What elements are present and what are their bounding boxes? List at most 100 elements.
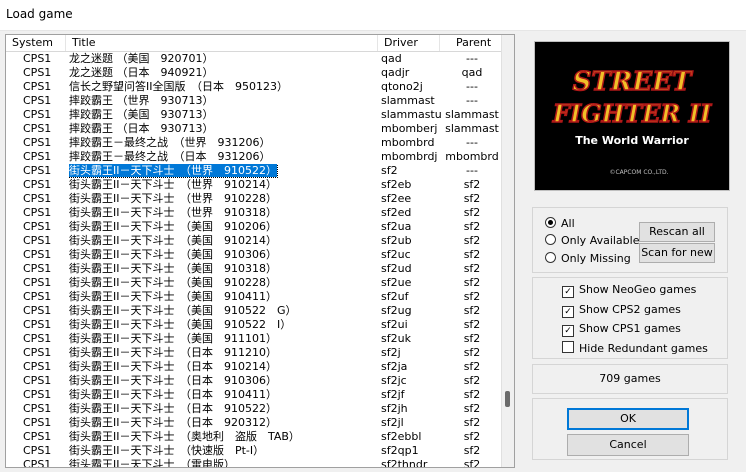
table-row[interactable]: CPS1 龙之迷题 （日本 940921） qadjr qad — [6, 66, 514, 80]
cell-parent: sf2 — [463, 220, 481, 233]
cell-title: 街头霸王II－天下斗士 （美国 910306） — [69, 248, 377, 262]
cell-driver: qad — [381, 52, 402, 65]
table-row[interactable]: CPS1 街头霸王II－天下斗士 （美国 910206） sf2ua sf2 — [6, 220, 514, 234]
title-text: 摔跤霸王－最终之战 （日本 931206） — [69, 150, 271, 163]
cell-title: 街头霸王II－天下斗士 （日本 910214） — [69, 360, 377, 374]
scan-for-new-button[interactable]: Scan for new — [639, 243, 715, 263]
table-row[interactable]: CPS1 街头霸王II－天下斗士 （世界 910214） sf2eb sf2 — [6, 178, 514, 192]
show-cps1-checkbox[interactable]: ✓ Show CPS1 games — [562, 321, 681, 337]
logo-credit: ©CAPCOM CO.,LTD. — [609, 169, 668, 176]
table-row[interactable]: CPS1 信长之野望问答II全国版 （日本 950123） qtono2j --- — [6, 80, 514, 94]
table-row[interactable]: CPS1 街头霸王II－天下斗士 （日本 910306） sf2jc sf2 — [6, 374, 514, 388]
table-row[interactable]: CPS1 摔跤霸王－最终之战 （日本 931206） mbombrdj mbombrd — [6, 150, 514, 164]
column-header-title[interactable]: Title — [66, 35, 378, 51]
cell-driver: sf2j — [381, 346, 401, 359]
cell-parent: sf2 — [463, 234, 481, 247]
cell-system: CPS1 — [23, 346, 52, 359]
cell-title: 街头霸王II－天下斗士 （美国 910411） — [69, 290, 377, 304]
table-row[interactable]: CPS1 街头霸王II－天下斗士 （世界 910318） sf2ed sf2 — [6, 206, 514, 220]
table-row[interactable]: CPS1 街头霸王II－天下斗士 （美国 910214） sf2ub sf2 — [6, 234, 514, 248]
table-row[interactable]: CPS1 街头霸王II－天下斗士 （美国 911101） sf2uk sf2 — [6, 332, 514, 346]
cell-system: CPS1 — [23, 164, 52, 177]
cell-system: CPS1 — [23, 206, 52, 219]
table-row[interactable]: CPS1 街头霸王II－天下斗士 （美国 910306） sf2uc sf2 — [6, 248, 514, 262]
table-row[interactable]: CPS1 街头霸王II－天下斗士 （美国 910228） sf2ue sf2 — [6, 276, 514, 290]
title-text: 龙之迷题 （美国 920701） — [69, 52, 214, 65]
title-text: 街头霸王II－天下斗士 （美国 910228） — [69, 276, 277, 289]
rescan-all-button[interactable]: Rescan all — [639, 222, 715, 242]
table-row[interactable]: CPS1 街头霸王II－天下斗士 （日本 910214） sf2ja sf2 — [6, 360, 514, 374]
column-header-system[interactable]: System — [6, 35, 66, 51]
table-row[interactable]: CPS1 街头霸王II－天下斗士 （美国 910411） sf2uf sf2 — [6, 290, 514, 304]
title-text: 街头霸王II－天下斗士 （奥地利 盗版 TAB） — [69, 430, 300, 443]
cell-driver: mbombrd — [381, 136, 435, 149]
radio-only-available[interactable]: Only Available — [545, 233, 639, 249]
cell-driver: sf2ja — [381, 360, 408, 373]
cell-title: 摔跤霸王 （世界 930713） — [69, 94, 377, 108]
cell-title: 龙之迷题 （日本 940921） — [69, 66, 377, 80]
cell-driver: sf2uc — [381, 248, 411, 261]
table-row[interactable]: CPS1 街头霸王II－天下斗士 （日本 920312） sf2jl sf2 — [6, 416, 514, 430]
list-rows: CPS1 龙之迷题 （美国 920701） qad --- CPS1 龙之迷题 （日本 9… — [6, 52, 514, 468]
radio-only-missing[interactable]: Only Missing — [545, 251, 631, 267]
cell-system: CPS1 — [23, 178, 52, 191]
cell-parent: --- — [466, 52, 478, 65]
cell-system: CPS1 — [23, 444, 52, 457]
cell-title: 街头霸王II－天下斗士 （美国 911101） — [69, 332, 377, 346]
table-row[interactable]: CPS1 街头霸王II－天下斗士 （美国 910522 I） sf2ui sf2 — [6, 318, 514, 332]
cell-parent: sf2 — [463, 346, 481, 359]
game-list[interactable]: System Title Driver Parent CPS1 龙之迷题 （美国 … — [5, 34, 515, 468]
cell-parent: sf2 — [463, 374, 481, 387]
table-row[interactable]: CPS1 街头霸王II－天下斗士 （美国 910318） sf2ud sf2 — [6, 262, 514, 276]
cell-parent: sf2 — [463, 248, 481, 261]
cell-system: CPS1 — [23, 136, 52, 149]
scrollbar-thumb[interactable] — [505, 391, 510, 407]
cell-driver: sf2jc — [381, 374, 407, 387]
show-cps1-check-icon: ✓ — [562, 325, 574, 337]
cell-driver: sf2eb — [381, 178, 412, 191]
title-text: 街头霸王II－天下斗士 （雷电版） — [69, 458, 235, 468]
table-row[interactable]: CPS1 街头霸王II－天下斗士 （日本 910522） sf2jh sf2 — [6, 402, 514, 416]
cell-title: 街头霸王II－天下斗士 （美国 910318） — [69, 262, 377, 276]
cell-parent: sf2 — [463, 178, 481, 191]
table-row[interactable]: CPS1 摔跤霸王－最终之战 （世界 931206） mbombrd --- — [6, 136, 514, 150]
table-row[interactable]: CPS1 街头霸王II－天下斗士 （奥地利 盗版 TAB） sf2ebbl sf2 — [6, 430, 514, 444]
table-row[interactable]: CPS1 摔跤霸王 （美国 930713） slammastu slammast — [6, 108, 514, 122]
hide-redundant-checkbox[interactable]: Hide Redundant games — [562, 341, 708, 357]
cell-system: CPS1 — [23, 290, 52, 303]
table-row[interactable]: CPS1 摔跤霸王 （日本 930713） mbomberj slammast — [6, 122, 514, 136]
table-row[interactable]: CPS1 街头霸王II－天下斗士 （快速版 Pt-I） sf2qp1 sf2 — [6, 444, 514, 458]
cell-title: 街头霸王II－天下斗士 （世界 910214） — [69, 178, 377, 192]
title-text: 龙之迷题 （日本 940921） — [69, 66, 214, 79]
cell-system: CPS1 — [23, 388, 52, 401]
cell-system: CPS1 — [23, 458, 52, 468]
show-neogeo-checkbox[interactable]: ✓ Show NeoGeo games — [562, 282, 696, 298]
vertical-scrollbar[interactable] — [501, 35, 514, 467]
cell-title: 摔跤霸王－最终之战 （日本 931206） — [69, 150, 377, 164]
table-row[interactable]: CPS1 摔跤霸王 （世界 930713） slammast --- — [6, 94, 514, 108]
show-cps2-checkbox[interactable]: ✓ Show CPS2 games — [562, 302, 681, 318]
radio-all[interactable]: All — [545, 216, 575, 232]
column-header-driver[interactable]: Driver — [378, 35, 440, 51]
title-text: 街头霸王II－天下斗士 （世界 910228） — [69, 192, 277, 205]
table-row[interactable]: CPS1 街头霸王II－天下斗士 （美国 910522 G） sf2ug sf2 — [6, 304, 514, 318]
ok-button[interactable]: OK — [567, 408, 689, 430]
title-text: 街头霸王II－天下斗士 （日本 910522） — [69, 402, 277, 415]
table-row[interactable]: CPS1 龙之迷题 （美国 920701） qad --- — [6, 52, 514, 66]
table-row[interactable]: CPS1 街头霸王II－天下斗士 （世界 910228） sf2ee sf2 — [6, 192, 514, 206]
table-row[interactable]: CPS1 街头霸王II－天下斗士 （世界 910522） sf2 --- — [6, 164, 514, 178]
title-text: 街头霸王II－天下斗士 （美国 910411） — [69, 290, 277, 303]
cell-title: 街头霸王II－天下斗士 （美国 910522 G） — [69, 304, 377, 318]
table-row[interactable]: CPS1 街头霸王II－天下斗士 （日本 911210） sf2j sf2 — [6, 346, 514, 360]
cell-parent: sf2 — [463, 416, 481, 429]
cell-driver: sf2ub — [381, 234, 412, 247]
title-text: 街头霸王II－天下斗士 （美国 910522 G） — [69, 304, 297, 317]
table-row[interactable]: CPS1 街头霸王II－天下斗士 （雷电版） sf2thndr sf2 — [6, 458, 514, 468]
cell-system: CPS1 — [23, 262, 52, 275]
cell-title: 街头霸王II－天下斗士 （美国 910214） — [69, 234, 377, 248]
column-header-parent[interactable]: Parent — [440, 35, 502, 51]
cell-driver: sf2jh — [381, 402, 408, 415]
table-row[interactable]: CPS1 街头霸王II－天下斗士 （日本 910411） sf2jf sf2 — [6, 388, 514, 402]
game-count: 709 games — [599, 372, 661, 385]
cancel-button[interactable]: Cancel — [567, 434, 689, 456]
